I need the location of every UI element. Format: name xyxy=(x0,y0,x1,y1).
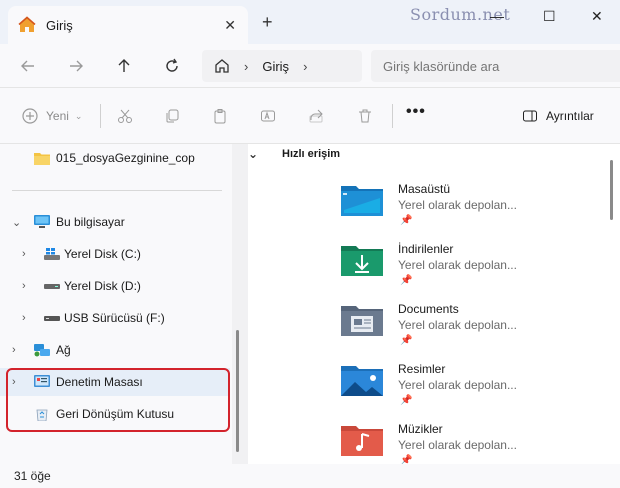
chevron-right-icon[interactable]: › xyxy=(22,248,26,260)
computer-icon xyxy=(34,215,50,228)
back-icon[interactable] xyxy=(18,56,38,76)
usb-drive-icon xyxy=(44,316,60,321)
cut-icon[interactable] xyxy=(117,106,133,126)
navigation-pane: 015_dosyaGezginine_cop ⌄ Bu bilgisayar ›… xyxy=(0,144,248,464)
share-icon[interactable] xyxy=(308,106,324,126)
details-button[interactable]: Ayrıntılar xyxy=(522,106,594,126)
paste-icon[interactable] xyxy=(212,106,228,126)
chevron-down-icon[interactable]: ⌄ xyxy=(248,147,268,161)
refresh-icon[interactable] xyxy=(162,56,182,76)
item-location: Yerel olarak depolan... xyxy=(398,318,517,332)
home-icon xyxy=(18,16,36,32)
home-outline-icon[interactable] xyxy=(214,58,230,74)
content-scrollbar-thumb[interactable] xyxy=(610,160,613,220)
sidebar-item-label: Bu bilgisayar xyxy=(56,215,125,229)
minimize-button[interactable]: — xyxy=(490,8,504,24)
new-tab-button[interactable]: + xyxy=(262,12,273,33)
breadcrumb-item[interactable]: Giriş xyxy=(262,59,289,74)
downloads-folder-icon xyxy=(341,246,383,276)
sidebar-item-015-dosya[interactable]: 015_dosyaGezginine_cop xyxy=(0,144,230,172)
item-name: Documents xyxy=(398,302,459,316)
quick-access-item-documents[interactable]: Documents Yerel olarak depolan... 📌 xyxy=(340,302,600,358)
plus-circle-icon xyxy=(22,108,38,124)
item-location: Yerel olarak depolan... xyxy=(398,378,517,392)
desktop-folder-icon xyxy=(341,186,383,216)
item-location: Yerel olarak depolan... xyxy=(398,258,517,272)
item-name: Masaüstü xyxy=(398,182,451,196)
item-name: Müzikler xyxy=(398,422,443,436)
more-options-button[interactable]: ••• xyxy=(406,102,426,122)
pin-icon: 📌 xyxy=(400,275,413,286)
item-name: Resimler xyxy=(398,362,446,376)
tab-home[interactable]: Giriş ✕ xyxy=(8,6,248,44)
content-pane: ⌄ Hızlı erişim Masaüstü Yerel olarak dep… xyxy=(248,144,620,466)
search-input[interactable] xyxy=(383,58,603,74)
breadcrumb[interactable]: › Giriş › xyxy=(202,50,362,82)
toolbar-divider xyxy=(392,104,393,128)
sidebar-scrollbar-track[interactable] xyxy=(232,144,248,464)
item-location: Yerel olarak depolan... xyxy=(398,438,517,452)
close-button[interactable]: ✕ xyxy=(591,8,603,25)
copy-icon[interactable] xyxy=(164,106,180,126)
pin-icon: 📌 xyxy=(400,335,413,346)
details-pane-icon xyxy=(523,110,537,122)
toolbar-divider xyxy=(100,104,101,128)
sidebar-item-bu-bilgisayar[interactable]: ⌄ Bu bilgisayar xyxy=(0,208,230,236)
windows-drive-icon xyxy=(44,248,60,260)
item-name: İndirilenler xyxy=(398,242,454,256)
sidebar-item-usb-surucusu[interactable]: › USB Sürücüsü (F:) xyxy=(0,304,230,332)
chevron-right-icon[interactable]: › xyxy=(303,59,307,74)
new-button-label: Yeni xyxy=(46,109,69,123)
network-icon xyxy=(34,344,50,357)
sidebar-item-label: Yerel Disk (D:) xyxy=(64,279,141,293)
chevron-right-icon: › xyxy=(244,58,249,74)
sidebar-item-label: 015_dosyaGezginine_cop xyxy=(56,151,195,165)
pin-icon: 📌 xyxy=(400,215,413,226)
chevron-right-icon[interactable]: › xyxy=(22,312,26,324)
quick-access-header[interactable]: ⌄ Hızlı erişim xyxy=(248,147,341,161)
address-bar: › Giriş › xyxy=(0,44,620,88)
status-bar: 31 öğe xyxy=(0,464,620,488)
item-count: 31 öğe xyxy=(14,469,51,483)
sidebar-item-label: USB Sürücüsü (F:) xyxy=(64,311,165,325)
new-button[interactable]: Yeni ⌄ xyxy=(22,106,82,126)
pin-icon: 📌 xyxy=(400,395,413,406)
chevron-right-icon[interactable]: › xyxy=(12,344,16,356)
highlight-box xyxy=(6,368,230,432)
sidebar-scrollbar-thumb[interactable] xyxy=(236,330,239,452)
pictures-folder-icon xyxy=(341,366,383,396)
delete-icon[interactable] xyxy=(357,106,373,126)
folder-icon xyxy=(34,153,50,165)
sidebar-item-label: Yerel Disk (C:) xyxy=(64,247,141,261)
quick-access-item-indirilenler[interactable]: İndirilenler Yerel olarak depolan... 📌 xyxy=(340,242,600,298)
maximize-button[interactable]: ☐ xyxy=(543,8,556,25)
item-location: Yerel olarak depolan... xyxy=(398,198,517,212)
title-bar: Giriş ✕ + Sordum.net — ☐ ✕ xyxy=(0,0,620,44)
drive-icon xyxy=(44,284,60,289)
search-box[interactable] xyxy=(371,50,620,82)
documents-folder-icon xyxy=(341,306,383,336)
forward-icon[interactable] xyxy=(66,56,86,76)
tab-label: Giriş xyxy=(46,17,73,33)
sidebar-item-yerel-disk-c[interactable]: › Yerel Disk (C:) xyxy=(0,240,230,268)
music-folder-icon xyxy=(341,426,383,456)
chevron-down-icon[interactable]: ⌄ xyxy=(12,216,21,229)
command-bar: Yeni ⌄ ••• Ayrıntılar xyxy=(0,88,620,144)
sidebar-item-ag[interactable]: › Ağ xyxy=(0,336,230,364)
quick-access-title: Hızlı erişim xyxy=(282,148,341,160)
chevron-down-icon: ⌄ xyxy=(74,110,83,121)
sidebar-item-yerel-disk-d[interactable]: › Yerel Disk (D:) xyxy=(0,272,230,300)
tab-close-icon[interactable]: ✕ xyxy=(224,17,236,34)
details-button-label: Ayrıntılar xyxy=(546,109,594,123)
sidebar-divider xyxy=(12,190,222,191)
quick-access-item-resimler[interactable]: Resimler Yerel olarak depolan... 📌 xyxy=(340,362,600,418)
rename-icon[interactable] xyxy=(260,106,276,126)
chevron-right-icon[interactable]: › xyxy=(22,280,26,292)
sidebar-item-label: Ağ xyxy=(56,343,71,357)
up-icon[interactable] xyxy=(114,56,134,76)
quick-access-item-masaustu[interactable]: Masaüstü Yerel olarak depolan... 📌 xyxy=(340,182,600,238)
